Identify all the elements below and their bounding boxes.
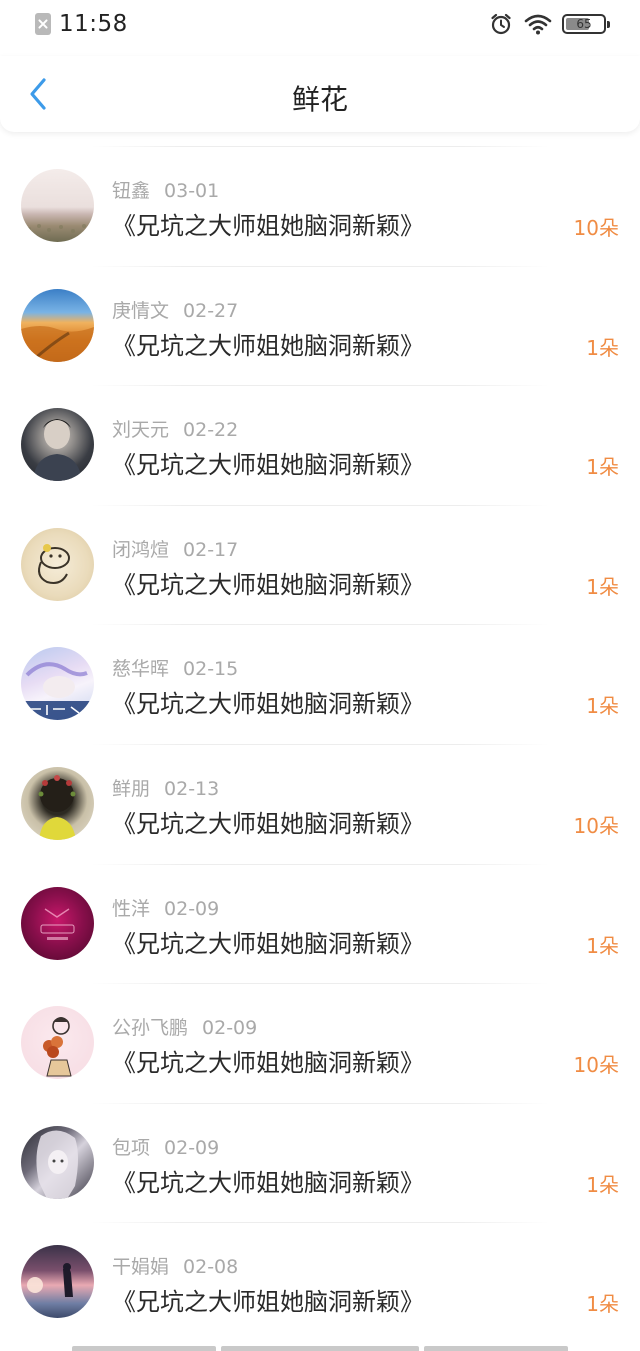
gift-meta: 刘天元 02-22 [112,415,238,442]
status-left: 11:58 [35,11,128,37]
avatar [21,886,94,960]
flower-amount: 10朵 [573,1053,619,1078]
list-item[interactable]: 鲜朋 02-13 《兄坑之大师姐她脑洞新颖》 10朵 [0,742,640,862]
avatar [21,1245,94,1319]
user-name: 钮鑫 [112,180,151,202]
gift-date: 02-15 [183,658,239,681]
list-item[interactable]: 性洋 02-09 《兄坑之大师姐她脑洞新颖》 1朵 [0,862,640,982]
user-name: 鲜朋 [112,777,151,800]
flower-amount: 1朵 [586,574,619,599]
status-time: 11:58 [59,11,128,37]
avatar [21,1006,94,1080]
battery-icon: 65 [562,14,610,34]
flower-amount: 1朵 [586,933,619,958]
book-title: 《兄坑之大师姐她脑洞新颖》 [112,1168,424,1197]
nav-hint-bar [424,1346,568,1351]
book-title: 《兄坑之大师姐她脑洞新颖》 [112,570,424,599]
gift-meta: 性洋 02-09 [112,894,219,921]
gift-date: 02-09 [202,1017,258,1040]
gift-meta: 包项 02-09 [112,1133,219,1160]
gift-date: 02-22 [183,419,239,442]
list-item[interactable]: 公孙飞鹏 02-09 《兄坑之大师姐她脑洞新颖》 10朵 [0,981,640,1101]
user-name: 慈华晖 [112,658,170,681]
gift-date: 02-27 [183,299,239,322]
wifi-icon [524,14,552,35]
flower-gift-list: 钮鑫 03-01 《兄坑之大师姐她脑洞新颖》 10朵 庚情文 02-27 《兄坑之大… [0,144,640,1340]
gift-meta: 鲜朋 02-13 [112,774,219,801]
book-title: 《兄坑之大师姐她脑洞新颖》 [112,1288,424,1317]
user-name: 庚情文 [112,299,170,322]
avatar [21,1125,94,1199]
gift-date: 02-09 [164,1136,220,1159]
gift-date: 03-01 [164,180,220,202]
book-title: 《兄坑之大师姐她脑洞新颖》 [112,809,424,838]
user-name: 干娟娟 [112,1256,170,1279]
gift-meta: 庚情文 02-27 [112,296,238,323]
user-name: 闭鸿煊 [112,538,170,561]
nav-hint-bar [72,1346,216,1351]
avatar [21,408,94,482]
flower-amount: 10朵 [573,813,619,838]
sim-off-icon [35,13,51,35]
list-item[interactable]: 包项 02-09 《兄坑之大师姐她脑洞新颖》 1朵 [0,1101,640,1221]
page-title: 鲜花 [291,83,348,116]
flower-amount: 1朵 [586,694,619,719]
navigation-hint-bars [0,1345,640,1351]
gift-meta: 钮鑫 03-01 [112,176,219,203]
alarm-icon [491,13,511,35]
avatar [21,527,94,601]
list-item[interactable]: 慈华晖 02-15 《兄坑之大师姐她脑洞新颖》 1朵 [0,622,640,742]
book-title: 《兄坑之大师姐她脑洞新颖》 [112,690,424,719]
flower-amount: 1朵 [586,1172,619,1197]
avatar [21,288,94,362]
flower-amount: 1朵 [586,455,619,480]
nav-hint-bar [221,1346,419,1351]
book-title: 《兄坑之大师姐她脑洞新颖》 [112,1049,424,1078]
list-item[interactable]: 干娟娟 02-08 《兄坑之大师姐她脑洞新颖》 1朵 [0,1220,640,1340]
gift-date: 02-17 [183,538,239,561]
list-item[interactable]: 庚情文 02-27 《兄坑之大师姐她脑洞新颖》 1朵 [0,264,640,384]
gift-date: 02-09 [164,897,220,920]
gift-meta: 干娟娟 02-08 [112,1252,238,1279]
flowers-screen: 11:58 65 鲜花 钮鑫 03-01 《兄坑之大师姐她脑洞新颖》 10朵 庚… [0,0,640,1351]
status-bar: 11:58 65 [0,0,640,56]
gift-date: 02-13 [164,777,220,800]
flower-amount: 10朵 [573,216,619,240]
gift-meta: 公孙飞鹏 02-09 [112,1013,257,1040]
user-name: 性洋 [112,897,151,920]
header: 鲜花 [0,56,640,132]
book-title: 《兄坑之大师姐她脑洞新颖》 [112,212,424,240]
list-item[interactable]: 刘天元 02-22 《兄坑之大师姐她脑洞新颖》 1朵 [0,383,640,503]
gift-date: 02-08 [183,1256,239,1279]
user-name: 公孙飞鹏 [112,1017,189,1040]
avatar [21,766,94,840]
user-name: 包项 [112,1136,151,1159]
gift-meta: 慈华晖 02-15 [112,654,238,681]
status-right: 65 [478,13,610,35]
battery-level-text: 65 [576,17,592,31]
book-title: 《兄坑之大师姐她脑洞新颖》 [112,451,424,480]
flower-amount: 1朵 [586,335,619,360]
list-item[interactable]: 闭鸿煊 02-17 《兄坑之大师姐她脑洞新颖》 1朵 [0,503,640,623]
avatar [21,169,94,242]
book-title: 《兄坑之大师姐她脑洞新颖》 [112,929,424,958]
user-name: 刘天元 [112,419,170,442]
list-item[interactable]: 钮鑫 03-01 《兄坑之大师姐她脑洞新颖》 10朵 [0,144,640,264]
flower-amount: 1朵 [586,1292,619,1317]
gift-meta: 闭鸿煊 02-17 [112,535,238,562]
avatar [21,647,94,721]
book-title: 《兄坑之大师姐她脑洞新颖》 [112,331,424,360]
